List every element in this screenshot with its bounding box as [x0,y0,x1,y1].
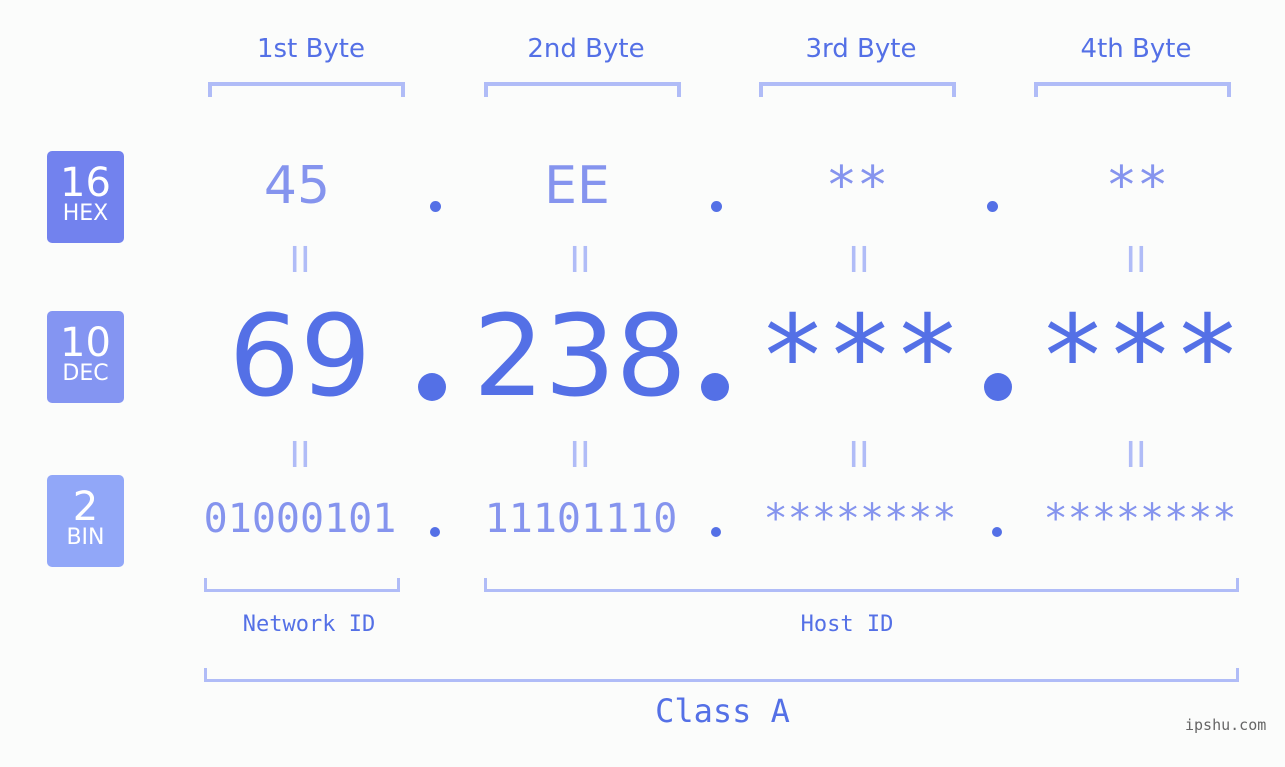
hex-label: HEX [62,201,109,226]
hex-byte-3: ** [825,156,889,216]
dec-dot-1 [418,373,446,401]
bin-dot-2 [711,527,721,537]
bin-byte-4: ******** [1043,496,1237,542]
class-bracket [204,668,1239,682]
hex-byte-4: ** [1105,156,1169,216]
equals-sign: II [289,240,311,281]
byte-bracket-2 [484,82,681,97]
equals-sign: II [569,435,591,476]
bin-byte-1: 01000101 [203,496,397,542]
byte-bracket-3 [759,82,956,97]
equals-sign: II [289,435,311,476]
dec-byte-4: *** [1038,292,1242,422]
byte-bracket-4 [1034,82,1231,97]
byte-header-2: 2nd Byte [527,34,645,64]
dec-base: 10 [60,320,111,366]
hex-badge: 16 HEX [47,151,124,243]
byte-header-4: 4th Byte [1080,34,1192,64]
hex-dot-2 [711,201,722,212]
byte-header-1: 1st Byte [257,34,365,64]
host-id-label: Host ID [800,612,894,637]
dec-dot-3 [984,373,1012,401]
equals-sign: II [569,240,591,281]
hex-base: 16 [60,160,111,206]
bin-label: BIN [66,525,105,550]
network-id-bracket [204,578,400,592]
hex-dot-1 [430,201,441,212]
hex-dot-3 [987,201,998,212]
network-id-label: Network ID [242,612,376,637]
bin-badge: 2 BIN [47,475,124,567]
watermark: ipshu.com [1185,716,1267,734]
byte-header-3: 3rd Byte [805,34,917,64]
dec-badge: 10 DEC [47,311,124,403]
equals-sign: II [848,435,870,476]
bin-base: 2 [72,484,99,530]
equals-sign: II [1125,240,1147,281]
bin-byte-2: 11101110 [484,496,678,542]
bin-byte-3: ******** [763,496,957,542]
class-label: Class A [655,692,790,730]
bin-dot-1 [430,527,440,537]
equals-sign: II [848,240,870,281]
equals-sign: II [1125,435,1147,476]
host-id-bracket [484,578,1239,592]
byte-bracket-1 [208,82,405,97]
dec-byte-2: 238 [473,292,687,422]
dec-byte-1: 69 [228,292,372,422]
dec-byte-3: *** [758,292,962,422]
hex-byte-2: EE [544,156,610,216]
dec-dot-2 [701,373,729,401]
hex-byte-1: 45 [263,156,331,216]
bin-dot-3 [992,527,1002,537]
dec-label: DEC [62,361,109,386]
